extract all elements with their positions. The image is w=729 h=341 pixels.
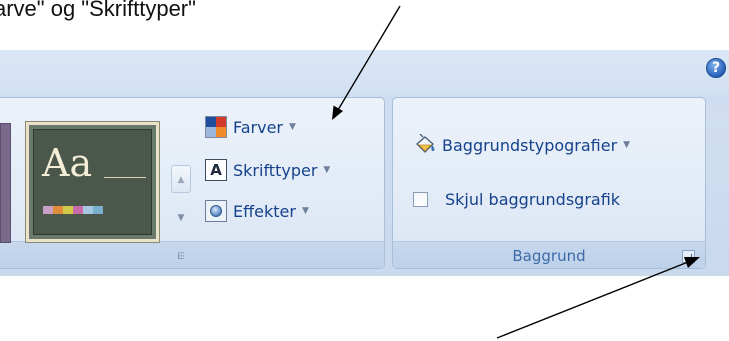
instruction-caption: arve" og "Skrifttyper" [0, 0, 196, 21]
swatch-1 [43, 206, 53, 214]
skrifttyper-label: Skrifttyper [233, 160, 318, 180]
background-group: Baggrund [392, 97, 706, 269]
swatch-2 [53, 206, 63, 214]
theme-thumbnail-partial[interactable] [0, 123, 11, 243]
background-group-title: Baggrund [512, 247, 586, 265]
gallery-scroll-up-icon[interactable]: ▲ [171, 165, 191, 193]
swatch-5 [83, 206, 93, 214]
theme-thumbnail-inner: Aa [33, 129, 152, 235]
background-styles-button[interactable]: Baggrundstypografier ▼ [414, 132, 630, 158]
theme-fonts-icon: A [205, 159, 227, 181]
hide-background-graphics-label: Skjul baggrundsgrafik [445, 189, 621, 209]
farver-button[interactable]: Farver ▼ [205, 114, 296, 140]
swatch-6 [93, 206, 103, 214]
farver-label: Farver [233, 117, 284, 137]
gallery-scroll-down-icon[interactable]: ▼ [171, 204, 191, 232]
theme-effects-icon [205, 200, 227, 222]
chevron-down-icon: ▼ [623, 140, 631, 150]
swatch-4 [73, 206, 83, 214]
chevron-down-icon: ▼ [323, 165, 331, 175]
theme-color-swatches [43, 206, 103, 214]
themes-group-footer [0, 241, 384, 268]
skrifttyper-button[interactable]: A Skrifttyper ▼ [205, 157, 330, 183]
theme-thumbnail[interactable]: Aa [25, 121, 160, 243]
gallery-more-icon[interactable]: ⋿ [171, 243, 191, 271]
theme-thumbnail-rule [104, 177, 146, 178]
chevron-down-icon: ▼ [301, 206, 309, 216]
theme-colors-icon [205, 116, 227, 138]
theme-thumbnail-text: Aa [42, 141, 93, 185]
hide-background-graphics-option[interactable]: Skjul baggrundsgrafik [410, 186, 620, 212]
hide-background-graphics-checkbox[interactable] [413, 191, 428, 207]
dialog-launcher-icon[interactable] [682, 250, 695, 263]
swatch-3 [63, 206, 73, 214]
chevron-down-icon: ▼ [289, 122, 296, 132]
effekter-label: Effekter [233, 201, 296, 221]
effekter-button[interactable]: Effekter ▼ [205, 198, 309, 224]
paint-bucket-icon [414, 133, 436, 156]
ribbon: ? Aa ▲ ▼ ⋿ Farver ▼ A Skrifttyper ▼ Effe… [0, 50, 729, 276]
background-styles-label: Baggrundstypografier [442, 135, 618, 155]
help-icon[interactable]: ? [706, 58, 726, 78]
